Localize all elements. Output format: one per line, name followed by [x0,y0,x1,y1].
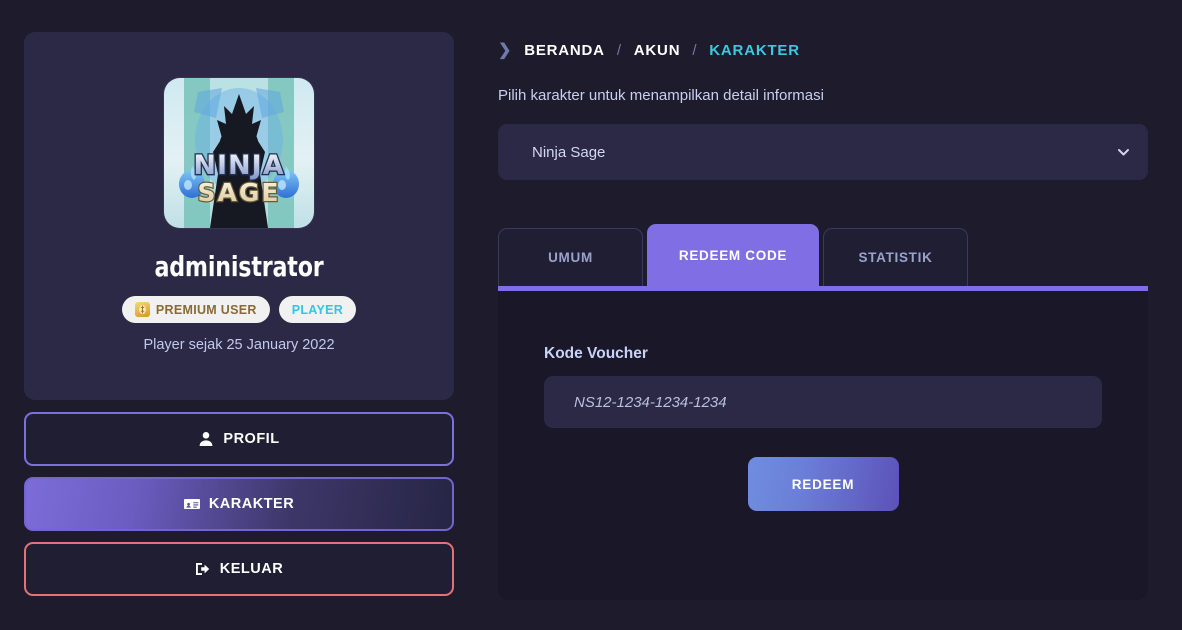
sign-out-icon [195,563,209,575]
redeem-action-row: REDEEM [544,457,1102,511]
sidebar-item-label: KARAKTER [208,496,295,512]
status-badge-premium: PREMIUM USER [121,296,270,323]
sidebar-item-karakter[interactable]: KARAKTER [24,477,454,531]
sidebar-item-keluar[interactable]: KELUAR [24,542,454,596]
gold-coin-icon [134,302,150,317]
svg-text:SAGE: SAGE [198,178,281,207]
breadcrumb-item-karakter: KARAKTER [709,41,800,59]
main-content: ❯ BERANDA / AKUN / KARAKTER Pilih karakt… [498,32,1148,600]
badge-label: PLAYER [291,302,344,317]
sidebar-item-label: PROFIL [223,431,280,447]
badge-group: PREMIUM USER PLAYER [44,296,434,323]
voucher-code-input[interactable] [544,376,1102,428]
tabs-container: UMUM REDEEM CODE STATISTIK [498,224,1148,291]
voucher-label: Kode Voucher [544,345,648,362]
breadcrumb-separator: / [692,41,698,59]
svg-text:NINJA: NINJA [193,150,284,181]
chevron-down-icon [1117,146,1130,159]
badge-label: PREMIUM USER [155,302,257,317]
ninja-sage-game-avatar: NINJA SAGE [164,78,314,228]
helper-text: Pilih karakter untuk menampilkan detail … [498,87,824,104]
tab-label: UMUM [548,250,593,265]
breadcrumb-separator: / [616,41,622,59]
redeem-code-panel: Kode Voucher REDEEM [498,291,1148,600]
status-badge-player: PLAYER [278,296,357,323]
sidebar-item-profil[interactable]: PROFIL [24,412,454,466]
sidebar-nav: PROFIL KARAKTER KELUAR [24,412,454,596]
page-root: NINJA SAGE administrator PREMIUM USER PL… [0,0,1182,630]
sidebar-item-label: KELUAR [219,561,284,577]
profile-card: NINJA SAGE administrator PREMIUM USER PL… [24,32,454,400]
tab-redeem-code[interactable]: REDEEM CODE [647,224,819,286]
character-select-value: Ninja Sage [532,143,606,161]
sidebar: NINJA SAGE administrator PREMIUM USER PL… [24,32,454,600]
id-card-icon [183,499,200,509]
chevron-right-icon: ❯ [498,42,513,59]
breadcrumb: ❯ BERANDA / AKUN / KARAKTER [498,32,1148,60]
user-icon [200,432,213,446]
redeem-button[interactable]: REDEEM [747,457,899,511]
page-title: administrator [154,250,324,283]
member-since-text: Player sejak 25 January 2022 [143,337,335,353]
tab-statistik[interactable]: STATISTIK [823,228,968,286]
breadcrumb-item-beranda[interactable]: BERANDA [524,42,605,59]
tab-underline [498,286,1148,291]
tab-label: STATISTIK [858,250,933,265]
tab-label: REDEEM CODE [678,247,788,263]
breadcrumb-item-akun[interactable]: AKUN [634,42,681,59]
tab-list: UMUM REDEEM CODE STATISTIK [498,224,1148,286]
avatar: NINJA SAGE [164,78,314,228]
tab-umum[interactable]: UMUM [498,228,643,286]
character-select[interactable]: Ninja Sage [498,124,1148,180]
